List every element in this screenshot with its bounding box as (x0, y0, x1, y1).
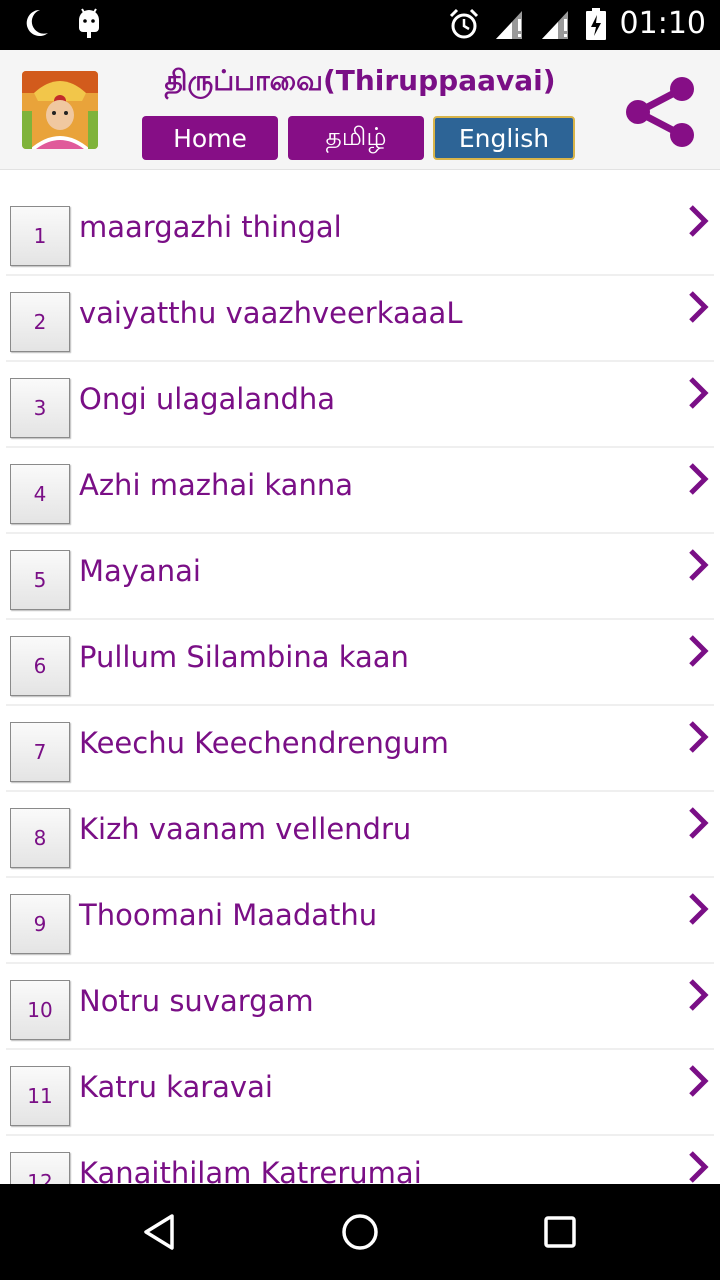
recents-icon[interactable] (538, 1210, 582, 1254)
alarm-icon (449, 8, 478, 38)
share-icon (626, 77, 694, 147)
chevron-right-icon (689, 635, 709, 667)
list-item[interactable]: 10 Notru suvargam (0, 944, 720, 1050)
item-label: Kanaithilam Katrerumai (79, 1156, 422, 1184)
list-item[interactable]: 9 Thoomani Maadathu (0, 858, 720, 964)
status-time: 01:10 (619, 6, 706, 41)
status-bar: 01:10 (0, 0, 720, 50)
chevron-right-icon (689, 205, 709, 237)
chevron-right-icon (689, 721, 709, 753)
item-label: Katru karavai (79, 1070, 273, 1104)
chevron-right-icon (689, 1065, 709, 1097)
signal-icon (541, 10, 568, 39)
list-item[interactable]: 11 Katru karavai (0, 1030, 720, 1136)
page-title: திருப்பாவை(Thiruppaavai) (164, 64, 556, 97)
list-item[interactable]: 6 Pullum Silambina kaan (0, 600, 720, 706)
chevron-right-icon (689, 807, 709, 839)
home-button[interactable]: Home (142, 116, 278, 160)
back-icon[interactable] (138, 1210, 182, 1254)
navigation-bar (0, 1184, 720, 1280)
list-item[interactable]: 4 Azhi mazhai kanna (0, 428, 720, 534)
item-label: Keechu Keechendrengum (79, 726, 449, 760)
item-label: Thoomani Maadathu (79, 898, 378, 932)
chevron-right-icon (689, 1151, 709, 1183)
moon-icon (26, 9, 48, 36)
item-label: Kizh vaanam vellendru (79, 812, 412, 846)
battery-charging-icon (585, 7, 606, 40)
english-button[interactable]: English (433, 116, 575, 160)
tamil-button[interactable]: தமிழ் (288, 116, 424, 160)
list-item[interactable]: 1 maargazhi thingal (0, 170, 720, 276)
app-header: திருப்பாவை(Thiruppaavai) Home தமிழ் Engl… (0, 50, 720, 170)
item-label: maargazhi thingal (79, 210, 342, 244)
item-label: Azhi mazhai kanna (79, 468, 353, 502)
item-label: Ongi ulagalandha (79, 382, 336, 416)
chevron-right-icon (689, 549, 709, 581)
app-logo (22, 71, 98, 149)
item-label: Mayanai (79, 554, 201, 588)
list-item[interactable]: 8 Kizh vaanam vellendru (0, 772, 720, 878)
chevron-right-icon (689, 463, 709, 495)
chevron-right-icon (689, 377, 709, 409)
chevron-right-icon (689, 291, 709, 323)
signal-icon (495, 10, 522, 39)
list-item[interactable]: 3 Ongi ulagalandha (0, 342, 720, 448)
song-list: 1 maargazhi thingal 2 vaiyatthu vaazhvee… (0, 170, 720, 1184)
home-icon[interactable] (338, 1210, 382, 1254)
item-label: Notru suvargam (79, 984, 314, 1018)
list-item[interactable]: 7 Keechu Keechendrengum (0, 686, 720, 792)
item-label: Pullum Silambina kaan (79, 640, 409, 674)
list-item[interactable]: 12 Kanaithilam Katrerumai (0, 1116, 720, 1184)
chevron-right-icon (689, 979, 709, 1011)
chevron-right-icon (689, 893, 709, 925)
item-label: vaiyatthu vaazhveerkaaaL (79, 296, 463, 330)
list-item[interactable]: 5 Mayanai (0, 514, 720, 620)
item-number: 12 (10, 1152, 70, 1184)
android-icon (79, 8, 99, 38)
share-button[interactable] (622, 74, 698, 150)
list-item[interactable]: 2 vaiyatthu vaazhveerkaaaL (0, 256, 720, 362)
